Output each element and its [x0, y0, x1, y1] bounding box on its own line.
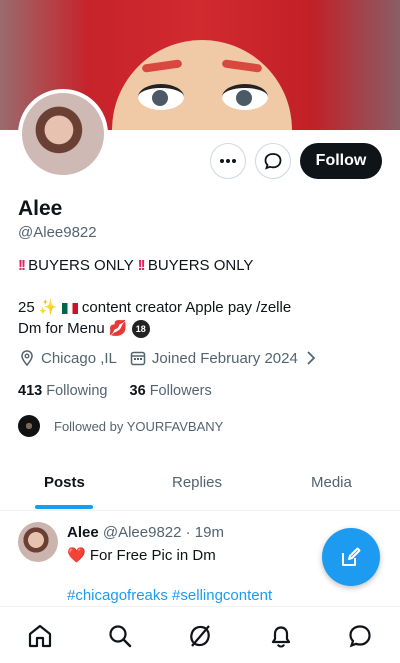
profile-avatar[interactable]: [18, 89, 108, 179]
profile-tabs: Posts Replies Media: [0, 460, 400, 511]
banner-right-eye: [222, 84, 268, 110]
bio-buyers-text-2: BUYERS ONLY: [147, 257, 254, 274]
double-exclamation-icon: !!: [137, 257, 146, 274]
followed-by-text: Followed by YOURFAVBANY: [54, 418, 224, 434]
bio-age: 25: [18, 299, 35, 316]
tweet-header: Alee @Alee9822 · 19m: [67, 524, 224, 541]
tab-replies[interactable]: Replies: [172, 474, 222, 491]
profile-name: Alee: [18, 197, 63, 220]
calendar-icon: [130, 351, 146, 366]
location-pin-icon: [21, 350, 33, 367]
compose-icon: [342, 547, 361, 566]
chevron-right-icon[interactable]: [304, 349, 318, 367]
kiss-lips-icon: 💋: [108, 320, 128, 337]
messages-icon[interactable]: [347, 623, 373, 649]
bio-buyers-text-1: BUYERS ONLY: [28, 257, 134, 274]
followers-link[interactable]: 36 Followers: [130, 383, 212, 399]
more-horizontal-icon: [220, 159, 236, 163]
message-bubble-icon: [264, 153, 282, 170]
tweet-handle-time: @Alee9822 · 19m: [102, 524, 224, 541]
bio-creator-text: content creator Apple pay /zelle: [81, 299, 292, 316]
bio-lines-2-3: 25 ✨ content creator Apple pay /zelle Dm…: [18, 297, 358, 339]
compose-button[interactable]: [322, 528, 380, 586]
active-tab-indicator: [35, 505, 93, 509]
follow-button[interactable]: Follow: [300, 143, 382, 179]
tab-posts[interactable]: Posts: [44, 474, 85, 491]
tweet-avatar[interactable]: [18, 522, 58, 562]
follow-stats: 413 Following 36 Followers: [18, 383, 212, 399]
profile-handle: @Alee9822: [18, 224, 97, 241]
red-heart-icon: ❤️: [67, 547, 86, 564]
tweet-text: ❤️ For Free Pic in Dm: [67, 547, 216, 564]
follower-avatar: [18, 415, 40, 437]
joined-text: Joined February 2024: [151, 349, 298, 367]
bio-menu-text: Dm for Menu: [18, 320, 105, 337]
grok-icon[interactable]: [187, 623, 213, 649]
mexico-flag-icon: [61, 302, 78, 314]
search-icon[interactable]: [107, 623, 133, 649]
banner-left-eye: [138, 84, 184, 110]
followed-by-row[interactable]: Followed by YOURFAVBANY: [18, 415, 223, 437]
home-icon[interactable]: [27, 623, 53, 649]
tweet-hashtags[interactable]: #chicagofreaks #sellingcontent: [67, 587, 272, 604]
bio-line-1: !! BUYERS ONLY !! BUYERS ONLY: [18, 257, 253, 274]
double-exclamation-icon: !!: [18, 257, 26, 274]
message-button[interactable]: [255, 143, 291, 179]
more-options-button[interactable]: [210, 143, 246, 179]
banner-face: [112, 40, 292, 130]
sparkles-icon: ✨: [38, 299, 58, 316]
bottom-navigation: [0, 606, 400, 663]
tweet-author[interactable]: Alee: [67, 524, 99, 541]
notifications-icon[interactable]: [268, 623, 294, 649]
profile-meta: Chicago ,IL Joined February 2024: [18, 349, 318, 367]
following-link[interactable]: 413 Following: [18, 383, 107, 399]
age-18-badge-icon: 18: [131, 320, 150, 339]
tab-media[interactable]: Media: [311, 474, 352, 491]
location-text: Chicago ,IL: [41, 349, 117, 367]
